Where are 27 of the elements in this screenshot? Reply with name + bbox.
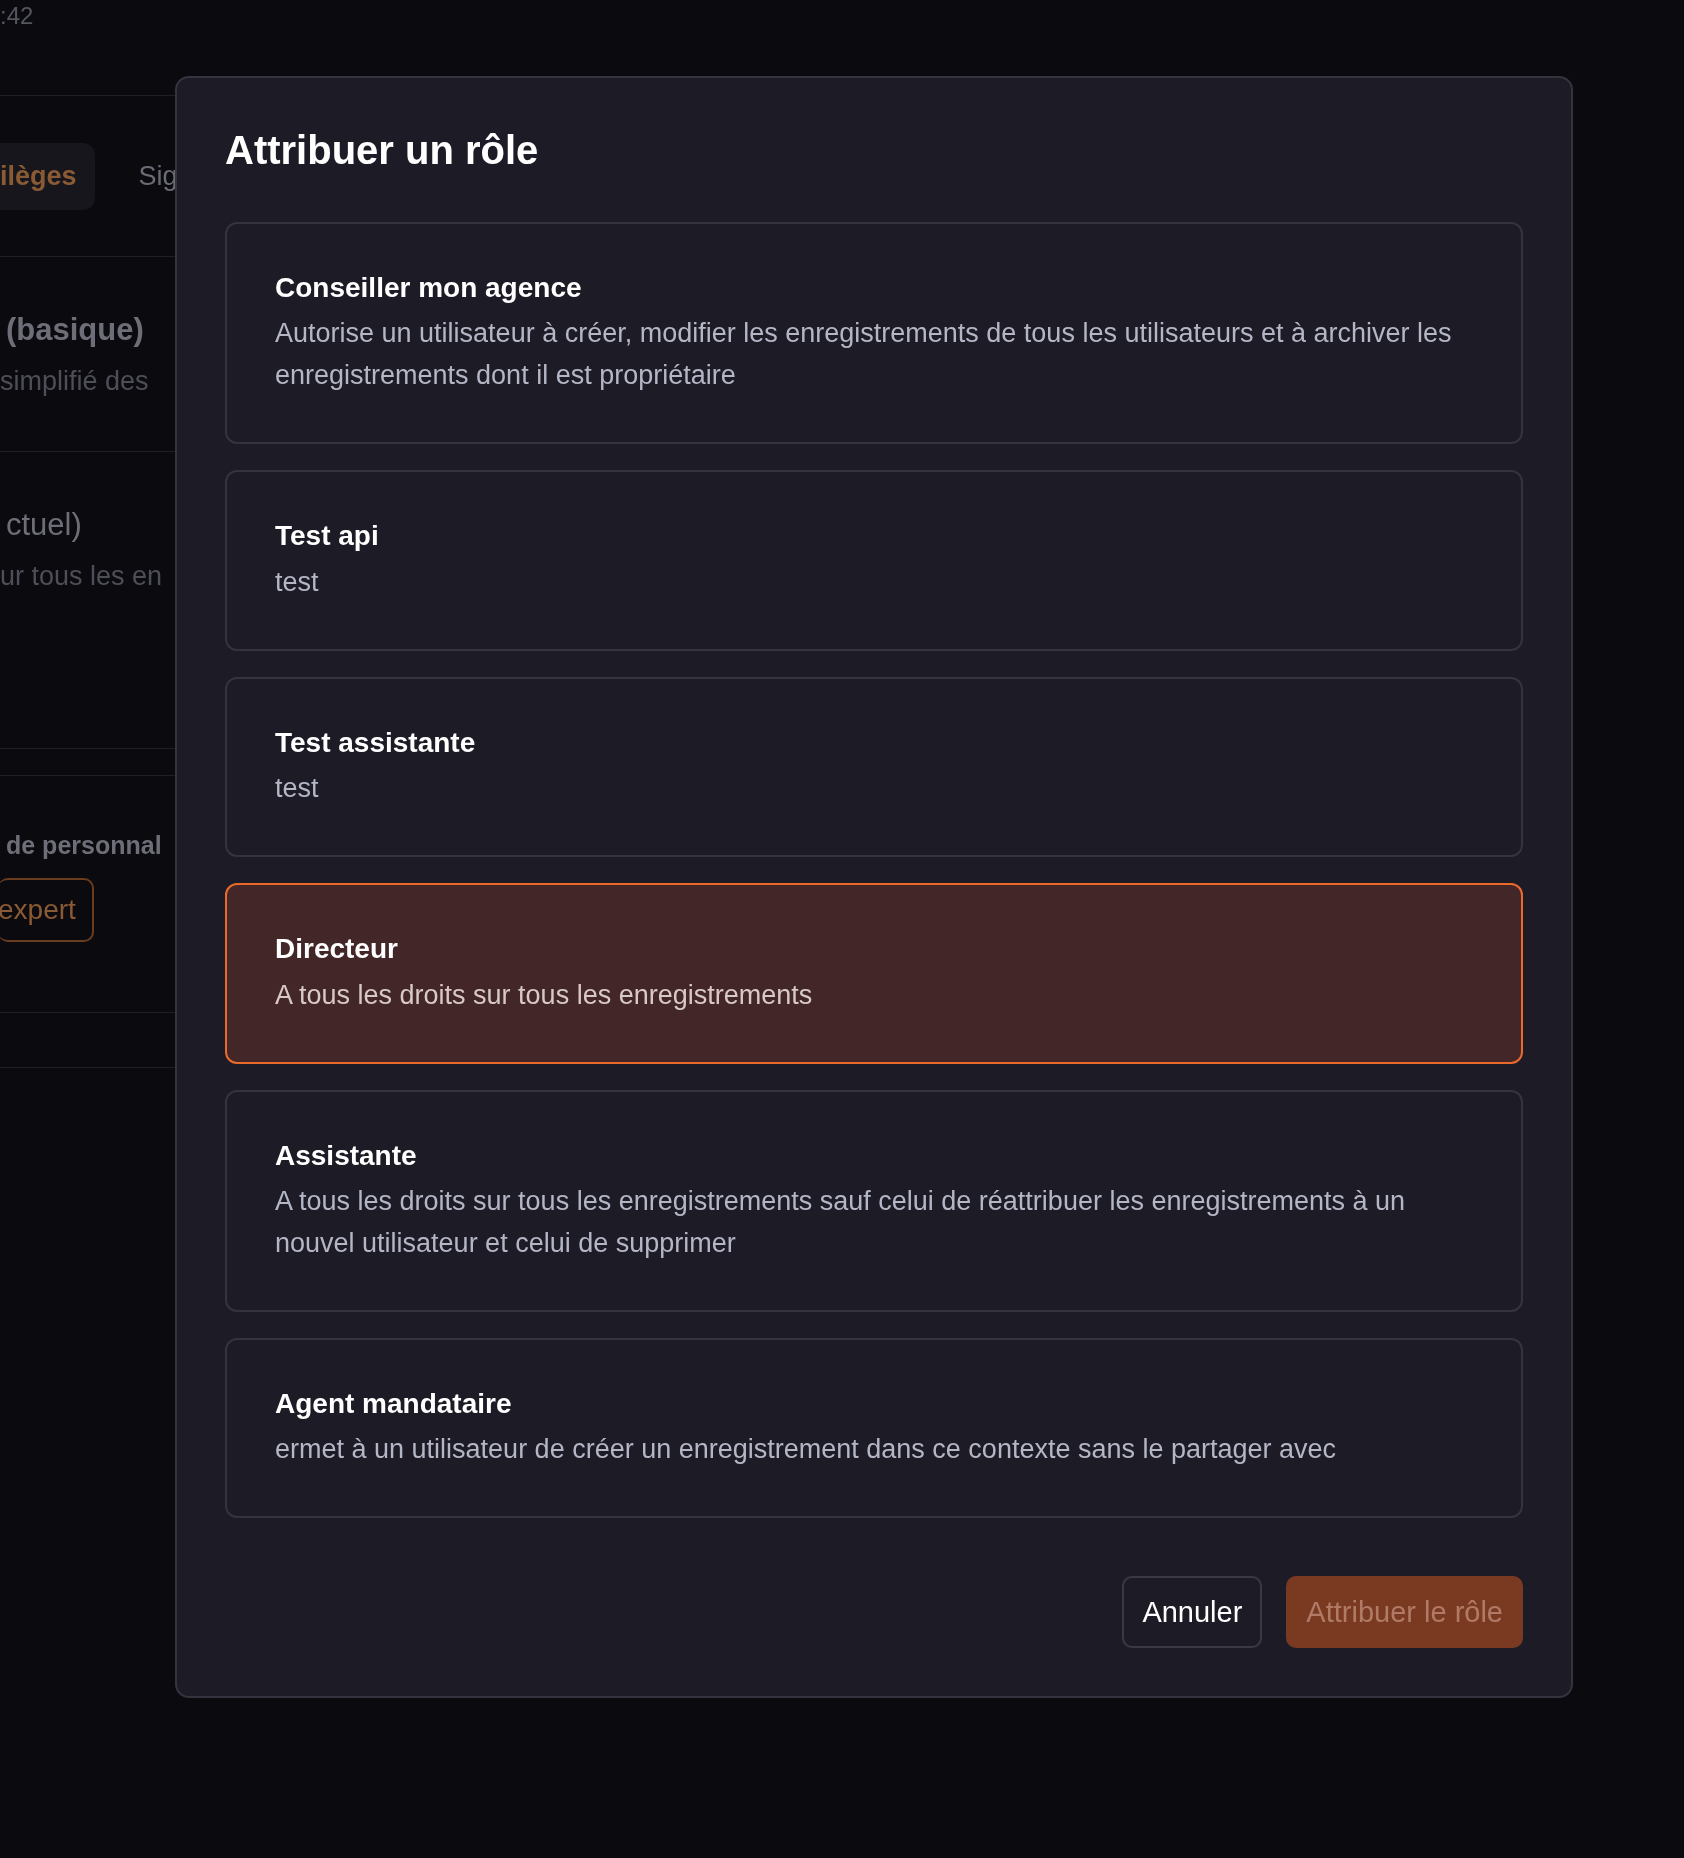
role-name: Agent mandataire [275, 1386, 513, 1421]
role-option[interactable]: Directeur A tous les droits sur tous les enregistrements [225, 883, 1523, 1064]
tab[interactable]: Sig [108, 142, 175, 210]
role-description: A tous les droits sur tous les enregistrements sauf celui de réattribuer les enregistrements à un nouvel utilisateur et celui de supprimer [275, 1184, 1407, 1260]
role-description: test [275, 772, 320, 806]
role-option[interactable]: Test api test [225, 470, 1523, 651]
role-option[interactable]: Assistante A tous les droits sur tous les enregistrements sauf celui de réattribuer les enregistrements à un nouvel utilisateur et celui de supprimer [225, 1089, 1523, 1312]
section-title: (basique) [6, 312, 145, 348]
role-description: Autorise un utilisateur à créer, modifier les enregistrements de tous les utilisateurs et à archiver les enregistrements dont il est propriétaire [275, 317, 1453, 393]
section-text: simplifié des [0, 366, 150, 397]
role-option[interactable]: Conseiller mon agence Autorise un utilisateur à créer, modifier les enregistrements de tous les utilisateurs et à archiver les enregistrements dont il est propriétaire [225, 222, 1523, 445]
section-text: ur tous les en [0, 561, 164, 592]
role-option[interactable]: Test assistante test [225, 676, 1523, 858]
role-name: Test assistante [275, 725, 477, 760]
cancel-button[interactable]: Annuler [1122, 1576, 1263, 1648]
role-description: A tous les droits sur tous les enregistrements [275, 978, 814, 1012]
role-option[interactable]: Agent mandataire ermet à un utilisateur de créer un enregistrement dans ce contexte sans le partager avec [225, 1337, 1523, 1519]
role-name: Conseiller mon agence [275, 271, 583, 305]
role-name: Assistante [275, 1138, 418, 1173]
section-title: ctuel) [6, 507, 83, 543]
role-name: Directeur [275, 932, 399, 967]
role-description: ermet à un utilisateur de créer un enregistrement dans ce contexte sans le partager avec [275, 1433, 1338, 1467]
dialog-title: Attribuer un rôle [225, 128, 540, 172]
time-text: :42 [0, 1, 35, 31]
role-description: test [275, 565, 320, 599]
role-name: Test api [275, 519, 380, 554]
section-title: de personnal [6, 831, 163, 860]
